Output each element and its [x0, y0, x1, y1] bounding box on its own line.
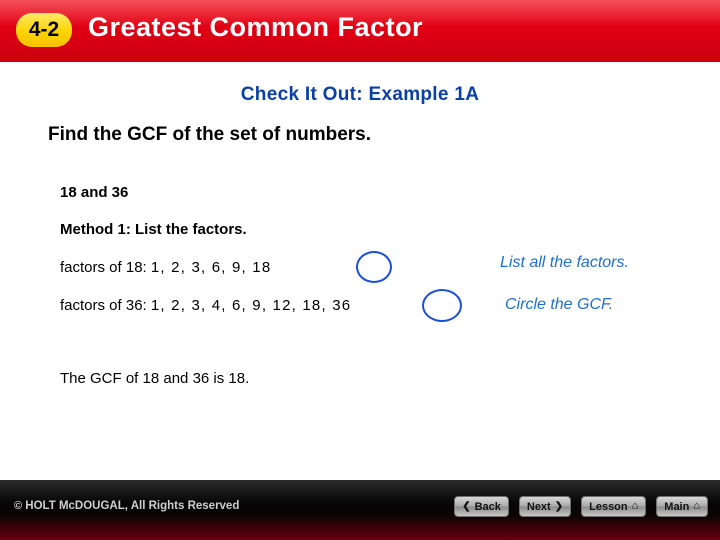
factors-label-36: factors of 36: — [60, 297, 147, 314]
method-line: Method 1: List the factors. — [60, 221, 247, 238]
lesson-button-label: Lesson — [589, 500, 628, 513]
lesson-number-badge: 4-2 — [16, 13, 72, 47]
lesson-button[interactable]: Lesson ⌂ — [581, 496, 647, 517]
numbers-line: 18 and 36 — [60, 184, 129, 201]
back-button[interactable]: ❮ Back — [454, 496, 509, 517]
slide-content: Check It Out: Example 1A Find the GCF of… — [0, 62, 720, 480]
circle-annotation-gcf-18 — [356, 251, 392, 283]
title-banner: 4-2 Greatest Common Factor — [0, 0, 720, 62]
footer-bar: © HOLT McDOUGAL, All Rights Reserved ❮ B… — [0, 480, 720, 540]
gcf-conclusion: The GCF of 18 and 36 is 18. — [60, 370, 250, 387]
annotation-circle-gcf: Circle the GCF. — [505, 296, 614, 313]
annotation-list-all-factors: List all the factors. — [500, 254, 629, 271]
back-button-label: Back — [474, 500, 501, 513]
navigation-buttons: ❮ Back Next ❯ Lesson ⌂ Main ⌂ — [454, 496, 708, 517]
next-button-label: Next — [526, 500, 551, 513]
circle-annotation-gcf-36 — [422, 289, 462, 322]
home-icon: ⌂ — [693, 500, 700, 512]
factors-row: factors of 36: 1, 2, 3, 4, 6, 9, 12, 18,… — [60, 297, 351, 314]
next-button[interactable]: Next ❯ — [518, 496, 572, 517]
factors-list-18: 1, 2, 3, 6, 9, 18 — [150, 259, 272, 276]
page-title: Greatest Common Factor — [88, 12, 424, 42]
factors-list-36: 1, 2, 3, 4, 6, 9, 12, 18, 36 — [150, 297, 352, 314]
home-icon: ⌂ — [631, 500, 639, 512]
chevron-right-icon: ❯ — [554, 500, 564, 512]
footer-glow — [0, 516, 720, 540]
example-subtitle: Check It Out: Example 1A — [240, 84, 480, 105]
copyright-text: HOLT McDOUGAL, All Rights Reserved — [22, 500, 240, 512]
copyright-notice: © HOLT McDOUGAL, All Rights Reserved — [14, 500, 239, 512]
chevron-left-icon: ❮ — [462, 500, 471, 512]
main-button-label: Main — [664, 500, 690, 513]
main-button[interactable]: Main ⌂ — [656, 496, 708, 517]
factors-label-18: factors of 18: — [60, 259, 147, 276]
factors-row: factors of 18: 1, 2, 3, 6, 9, 18 — [60, 259, 271, 276]
problem-prompt: Find the GCF of the set of numbers. — [48, 124, 371, 145]
copyright-symbol: © — [14, 500, 23, 512]
